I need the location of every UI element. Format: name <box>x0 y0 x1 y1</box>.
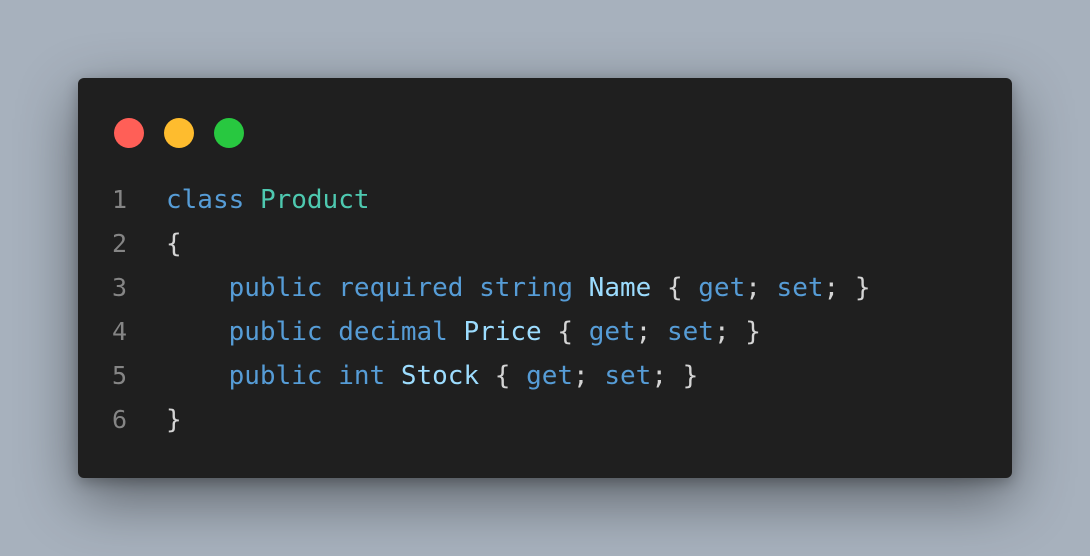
line-number: 4 <box>112 317 128 346</box>
code-token: ; <box>745 273 777 303</box>
code-token: set <box>604 361 652 391</box>
code-token: Price <box>463 317 542 347</box>
code-token: ; <box>573 361 605 391</box>
code-text: { <box>166 222 182 266</box>
code-token: required <box>338 273 464 303</box>
code-token: } <box>166 405 182 435</box>
code-window: 1 class Product 2{3 public required string… <box>78 78 1012 478</box>
code-text: public required string Name { get; set; … <box>166 266 871 310</box>
code-token: { <box>541 317 589 347</box>
code-token: { <box>479 361 527 391</box>
maximize-dot[interactable] <box>214 118 244 148</box>
code-token: { <box>166 229 182 259</box>
code-token: class <box>166 185 245 215</box>
line-number: 2 <box>112 229 128 258</box>
code-token: ; } <box>823 273 871 303</box>
code-token: get <box>526 361 574 391</box>
line-number: 1 <box>112 185 128 214</box>
code-token: public <box>228 273 323 303</box>
code-token: set <box>666 317 714 347</box>
code-text: public decimal Price { get; set; } <box>166 310 761 354</box>
code-line: 3 public required string Name { get; set… <box>78 266 1012 310</box>
code-line: 6} <box>78 398 1012 442</box>
code-line: 1 class Product <box>78 178 1012 222</box>
code-token: int <box>338 361 386 391</box>
code-token: ; } <box>713 317 761 347</box>
code-text: public int Stock { get; set; } <box>166 354 699 398</box>
code-line: 4 public decimal Price { get; set; } <box>78 310 1012 354</box>
line-number: 3 <box>112 273 128 302</box>
code-token: get <box>588 317 636 347</box>
line-number: 5 <box>112 361 128 390</box>
code-token: Stock <box>400 361 480 391</box>
code-token: public <box>228 317 323 347</box>
code-token: ; <box>635 317 667 347</box>
code-token: ; } <box>651 361 699 391</box>
code-token: get <box>698 273 746 303</box>
minimize-dot[interactable] <box>164 118 194 148</box>
close-dot[interactable] <box>114 118 144 148</box>
code-token: Product <box>259 185 370 215</box>
window-controls <box>114 118 244 148</box>
code-text: } <box>166 398 182 442</box>
line-number: 6 <box>112 405 128 434</box>
code-token: { <box>651 273 699 303</box>
code-token: Name <box>588 273 652 303</box>
code-line: 2{ <box>78 222 1012 266</box>
code-line: 5 public int Stock { get; set; } <box>78 354 1012 398</box>
code-token: set <box>776 273 824 303</box>
code-token: decimal <box>338 317 448 347</box>
code-token: string <box>479 273 574 303</box>
code-block: 1 class Product 2{3 public required string… <box>78 178 1012 442</box>
code-text: class Product <box>166 178 370 222</box>
code-token: public <box>228 361 323 391</box>
